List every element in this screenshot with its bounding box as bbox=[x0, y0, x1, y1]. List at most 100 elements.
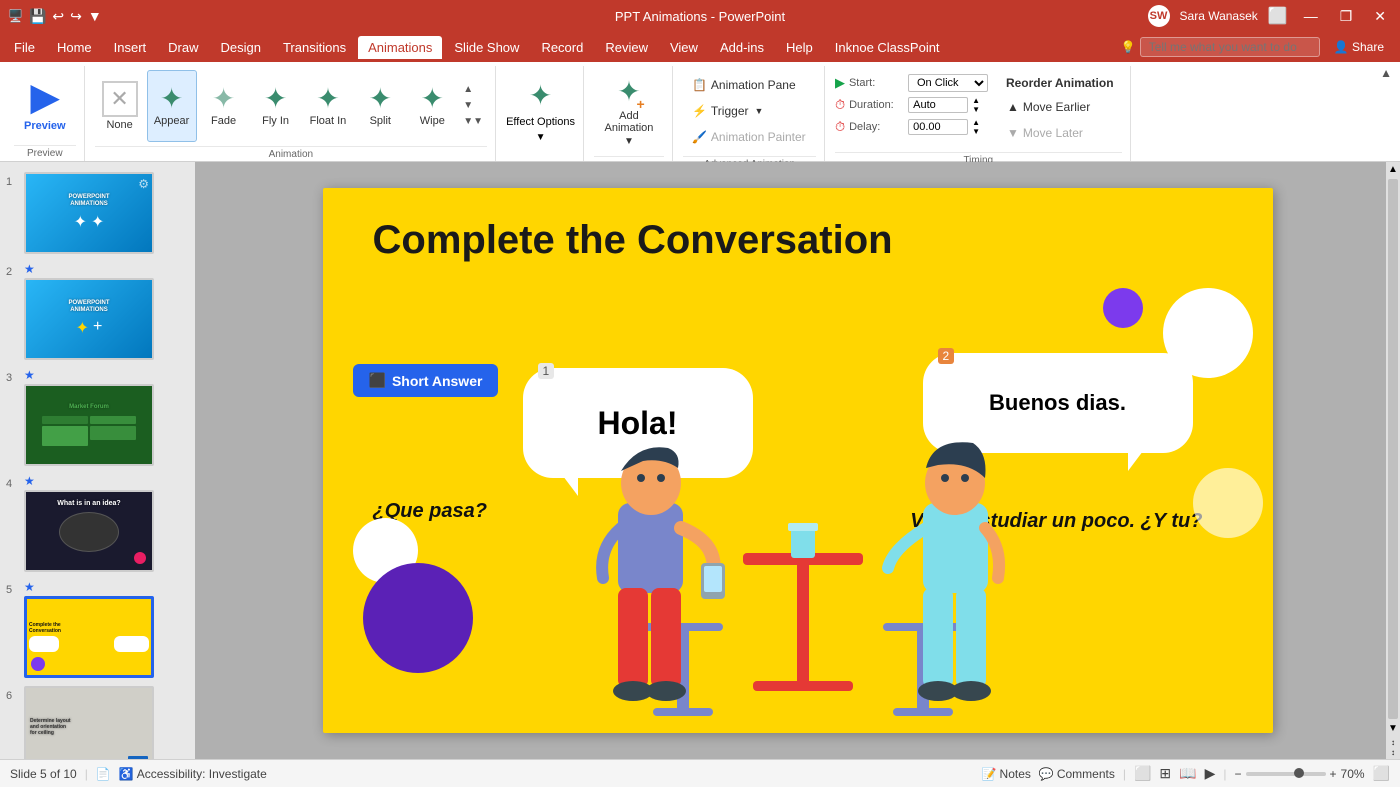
scroll-up-button[interactable]: ▲ bbox=[461, 83, 485, 97]
vertical-scrollbar[interactable]: ▲ ▼ ↕ ↕ bbox=[1386, 162, 1400, 759]
menu-help[interactable]: Help bbox=[776, 36, 823, 59]
slide-item-1[interactable]: 1 ⚙ POWERPOINTANIMATIONS ✦ ✦ bbox=[0, 170, 195, 256]
anim-floatin-button[interactable]: ✦ Float In bbox=[303, 70, 354, 142]
slide-thumb-1[interactable]: ⚙ POWERPOINTANIMATIONS ✦ ✦ bbox=[24, 172, 154, 254]
delay-input[interactable] bbox=[908, 119, 968, 135]
normal-view-button[interactable]: ⬜ bbox=[1134, 765, 1151, 782]
menu-inknoe[interactable]: Inknoe ClassPoint bbox=[825, 36, 950, 59]
preview-button[interactable]: ▶ Preview bbox=[14, 70, 76, 138]
menu-review[interactable]: Review bbox=[595, 36, 658, 59]
ribbon-collapse-icon[interactable]: ⬜ bbox=[1268, 6, 1288, 26]
slide-thumb-3[interactable]: Market Forum bbox=[24, 384, 154, 466]
slide-item-5[interactable]: 5 ★ Complete theConversation bbox=[0, 578, 195, 680]
user-name: Sara Wanasek bbox=[1180, 9, 1258, 23]
slide-item-4[interactable]: 4 ★ What is in an idea? bbox=[0, 472, 195, 574]
anim-wipe-button[interactable]: ✦ Wipe bbox=[407, 70, 457, 142]
add-animation-button[interactable]: ✦ + AddAnimation ▼ bbox=[594, 75, 664, 147]
fit-arrows[interactable]: ↕ ↕ bbox=[1389, 736, 1397, 759]
slide-sorter-button[interactable]: ⊞ bbox=[1159, 765, 1171, 782]
anim-none-button[interactable]: ✕ None bbox=[95, 70, 145, 142]
menu-design[interactable]: Design bbox=[211, 36, 271, 59]
redo-icon[interactable]: ↪ bbox=[70, 8, 82, 25]
gear-icon-1[interactable]: ⚙ bbox=[138, 177, 149, 191]
slide-thumb-5[interactable]: Complete theConversation bbox=[24, 596, 154, 678]
slide-thumb-2[interactable]: POWERPOINTANIMATIONS ✦ + bbox=[24, 278, 154, 360]
search-input[interactable] bbox=[1140, 37, 1320, 57]
undo-icon[interactable]: ↩ bbox=[52, 8, 64, 25]
ribbon-group-animation: ✕ None ✦ Appear ✦ Fade ✦ Fly In ✦ Float … bbox=[87, 66, 496, 161]
zoom-track[interactable] bbox=[1246, 772, 1326, 776]
timing-controls: ▶ Start: On Click With Previous After Pr… bbox=[835, 70, 988, 140]
menu-file[interactable]: File bbox=[4, 36, 45, 59]
menu-transitions[interactable]: Transitions bbox=[273, 36, 356, 59]
reading-view-button[interactable]: 📖 bbox=[1179, 765, 1196, 782]
menu-addins[interactable]: Add-ins bbox=[710, 36, 774, 59]
menu-draw[interactable]: Draw bbox=[158, 36, 208, 59]
fit-to-window-button[interactable]: ⬜ bbox=[1373, 765, 1390, 782]
short-answer-icon: ⬛ bbox=[369, 372, 386, 389]
duration-input[interactable] bbox=[908, 97, 968, 113]
slide-item-2[interactable]: 2 ★ POWERPOINTANIMATIONS ✦ + bbox=[0, 260, 195, 362]
slide-item-3[interactable]: 3 ★ Market Forum bbox=[0, 366, 195, 468]
quick-save-icon[interactable]: 💾 bbox=[29, 8, 46, 25]
move-later-button[interactable]: ▼ Move Later bbox=[998, 122, 1122, 144]
preview-icon: ▶ bbox=[31, 76, 59, 118]
move-earlier-icon: ▲ bbox=[1007, 100, 1019, 114]
add-animation-icon: ✦ + bbox=[617, 75, 640, 108]
menu-bar: File Home Insert Draw Design Transitions… bbox=[0, 32, 1400, 62]
ribbon-group-preview: ▶ Preview Preview bbox=[6, 66, 85, 161]
minimize-button[interactable]: — bbox=[1298, 6, 1324, 26]
anim-appear-button[interactable]: ✦ Appear bbox=[147, 70, 197, 142]
ribbon-preview-buttons: ▶ Preview bbox=[14, 66, 76, 145]
slide-star-2: ★ bbox=[24, 262, 154, 276]
scroll-up-button[interactable]: ▲ bbox=[1386, 162, 1400, 177]
menu-slideshow[interactable]: Slide Show bbox=[444, 36, 529, 59]
scroll-down-button[interactable]: ▼ bbox=[461, 99, 485, 113]
slide-thumb-6[interactable]: Determine layoutand orientationfor ceili… bbox=[24, 686, 154, 759]
start-select[interactable]: On Click With Previous After Previous bbox=[908, 74, 988, 92]
customize-icon[interactable]: ▼ bbox=[88, 8, 102, 24]
zoom-minus-button[interactable]: − bbox=[1235, 767, 1242, 781]
menu-home[interactable]: Home bbox=[47, 36, 102, 59]
animation-pane-button[interactable]: 📋 Animation Pane bbox=[683, 74, 815, 96]
slide-item-6[interactable]: 6 Determine layoutand orientationfor cei… bbox=[0, 684, 195, 759]
slide-star-4: ★ bbox=[24, 474, 154, 488]
accessibility-button[interactable]: ♿ Accessibility: Investigate bbox=[119, 767, 267, 781]
scroll-more-button[interactable]: ▼▼ bbox=[461, 115, 485, 129]
notes-button[interactable]: 📝 Notes bbox=[982, 767, 1031, 781]
menu-record[interactable]: Record bbox=[531, 36, 593, 59]
scroll-down-button[interactable]: ▼ bbox=[1386, 721, 1400, 736]
share-button[interactable]: 👤 Share bbox=[1322, 36, 1396, 58]
delay-row: ⏱ Delay: ▲▼ bbox=[835, 118, 988, 136]
scroll-thumb[interactable] bbox=[1388, 179, 1398, 719]
slide-thumb-4[interactable]: What is in an idea? bbox=[24, 490, 154, 572]
menu-view[interactable]: View bbox=[660, 36, 708, 59]
circle-white-medium bbox=[1193, 468, 1263, 538]
zoom-slider: − + 70% bbox=[1235, 767, 1365, 781]
zoom-plus-button[interactable]: + bbox=[1330, 767, 1337, 781]
animation-painter-button[interactable]: 🖌️ Animation Painter bbox=[683, 126, 815, 148]
delay-spinner[interactable]: ▲▼ bbox=[972, 118, 980, 136]
move-earlier-button[interactable]: ▲ Move Earlier bbox=[998, 96, 1122, 118]
animation-buttons: ✕ None ✦ Appear ✦ Fade ✦ Fly In ✦ Float … bbox=[95, 66, 487, 146]
anim-flyin-button[interactable]: ✦ Fly In bbox=[251, 70, 301, 142]
duration-spinner[interactable]: ▲▼ bbox=[972, 96, 980, 114]
effect-options-button[interactable]: ✦ Effect Options ▼ bbox=[506, 79, 575, 143]
preview-group-label: Preview bbox=[14, 145, 76, 161]
status-bar: Slide 5 of 10 | 📄 ♿ Accessibility: Inves… bbox=[0, 759, 1400, 787]
window-title: PPT Animations - PowerPoint bbox=[615, 9, 785, 24]
ribbon-expand-button[interactable]: ▲ bbox=[1380, 66, 1392, 80]
zoom-thumb[interactable] bbox=[1294, 768, 1304, 778]
add-animation-group-label bbox=[594, 156, 664, 161]
comments-button[interactable]: 💬 Comments bbox=[1039, 767, 1115, 781]
slide-info: Slide 5 of 10 bbox=[10, 767, 77, 781]
menu-animations[interactable]: Animations bbox=[358, 36, 442, 59]
anim-fade-button[interactable]: ✦ Fade bbox=[199, 70, 249, 142]
slideshow-button[interactable]: ▶ bbox=[1205, 765, 1216, 782]
title-bar: 🖥️ 💾 ↩ ↪ ▼ PPT Animations - PowerPoint S… bbox=[0, 0, 1400, 32]
restore-button[interactable]: ❐ bbox=[1334, 6, 1359, 27]
anim-split-button[interactable]: ✦ Split bbox=[355, 70, 405, 142]
close-button[interactable]: ✕ bbox=[1368, 6, 1392, 27]
trigger-button[interactable]: ⚡ Trigger ▼ bbox=[683, 100, 815, 122]
menu-insert[interactable]: Insert bbox=[104, 36, 157, 59]
